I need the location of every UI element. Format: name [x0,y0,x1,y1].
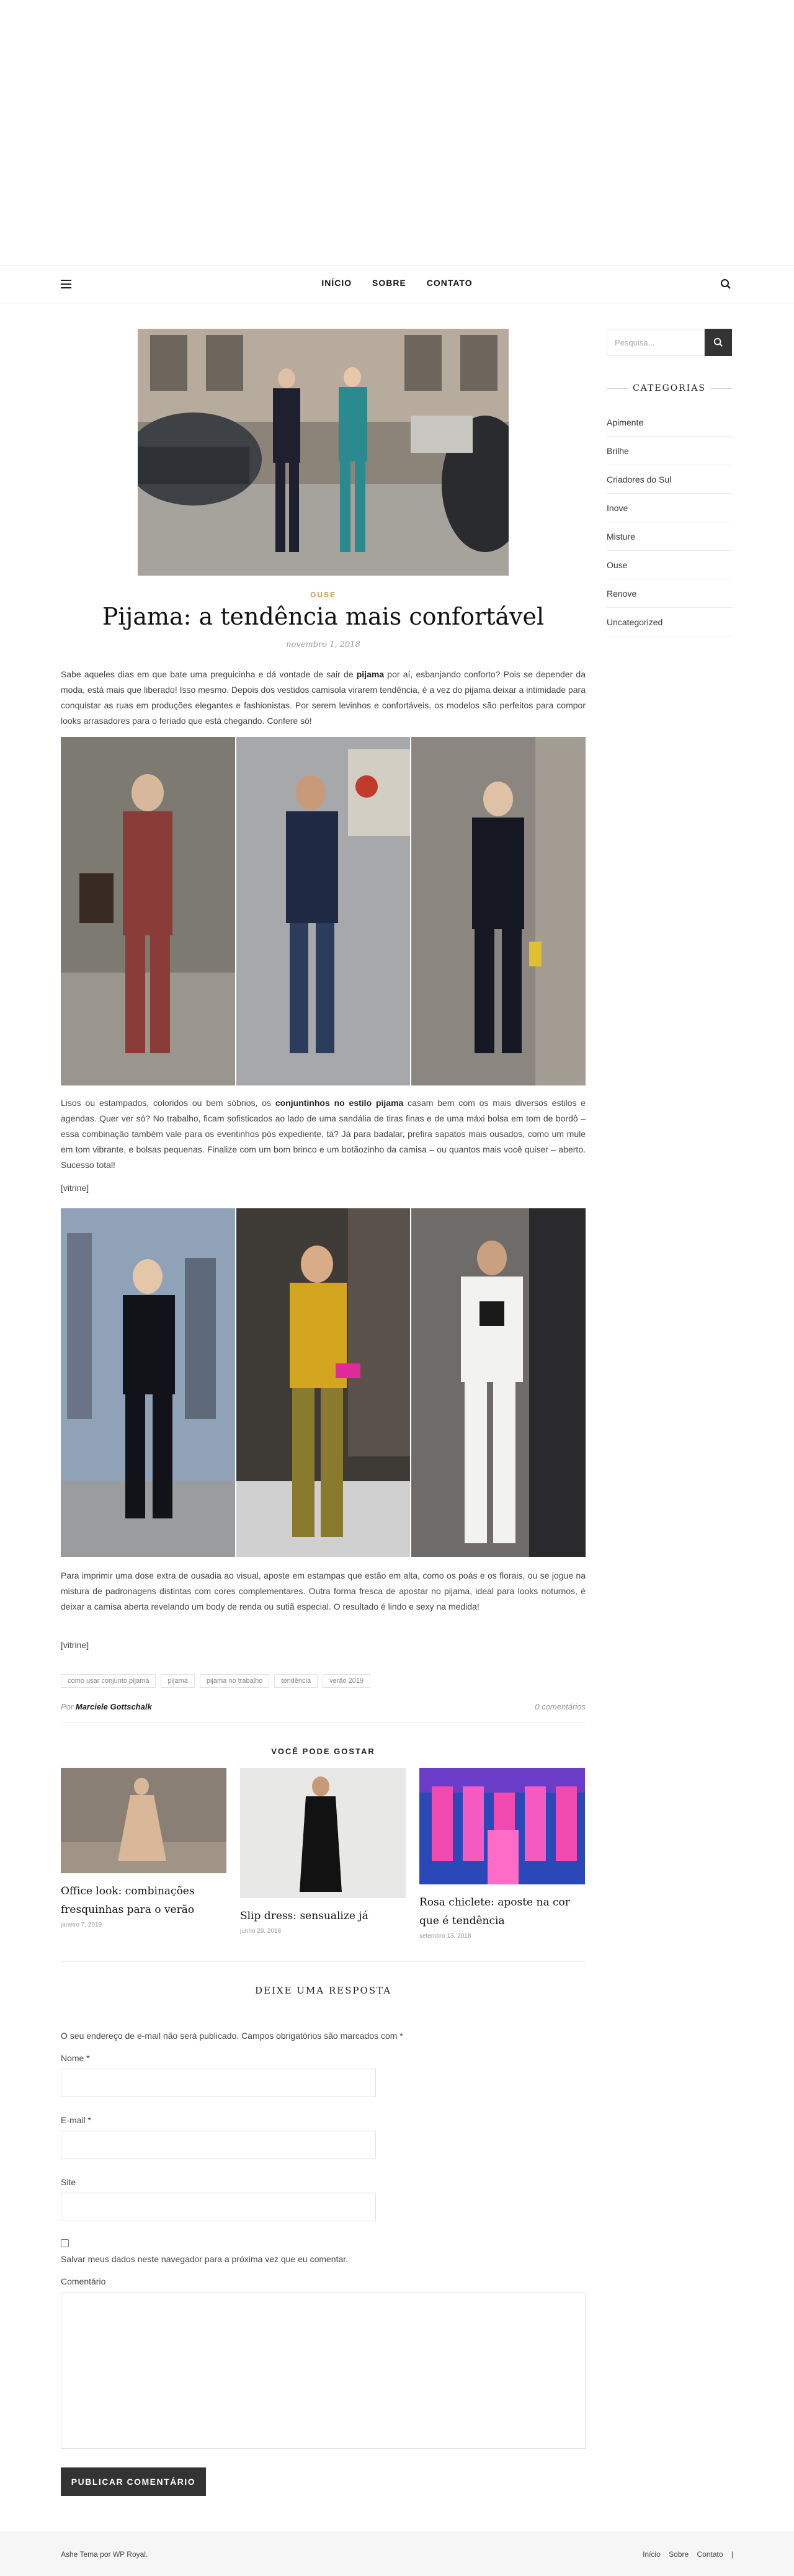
post-category[interactable]: OUSE [61,591,586,599]
main-menu: INÍCIO SOBRE CONTATO [0,278,794,288]
top-navigation: INÍCIO SOBRE CONTATO [0,265,794,303]
footer-link-sobre[interactable]: Sobre [669,2550,689,2559]
search-icon[interactable] [720,279,731,290]
pajama-looks-gallery-1 [61,737,586,1085]
related-post-title[interactable]: Office look: combinações fresquinhas par… [61,1882,226,1919]
comments-count[interactable]: 0 comentários [535,1702,586,1711]
category-link[interactable]: Uncategorized [607,608,732,636]
related-posts: Office look: combinações fresquinhas par… [61,1768,586,1940]
related-post-thumbnail[interactable] [419,1768,585,1884]
nav-link-contato[interactable]: CONTATO [427,278,473,288]
sidebar-search-button[interactable] [705,329,732,356]
post-paragraph-3: Para imprimir uma dose extra de ousadia … [61,1571,586,1611]
vitrine-placeholder-1: [vitrine] [61,1183,89,1193]
save-data-label: Salvar meus dados neste navegador para a… [61,2254,349,2264]
related-post-thumbnail[interactable] [61,1768,226,1873]
footer-menu: Início Sobre Contato | [636,2550,733,2559]
post-paragraph-2: Lisos ou estampados, coloridos ou bem só… [61,1098,586,1170]
by-label: Por [61,1702,74,1711]
post-tags: como usar conjunto pijama pijama pijama … [61,1674,371,1688]
comment-label: Comentário [61,2276,106,2286]
related-post[interactable]: Rosa chiclete: aposte na cor que é tendê… [419,1768,585,1940]
related-post-date: junho 29, 2018 [240,1928,282,1935]
site-field[interactable] [61,2193,376,2221]
tag-link[interactable]: tendência [274,1674,318,1688]
pajama-looks-gallery-2 [61,1208,586,1557]
name-field[interactable] [61,2069,376,2097]
site-footer: Ashe Tema por WP Royal. Início Sobre Con… [0,2531,794,2576]
category-link[interactable]: Inove [607,494,732,522]
comment-textarea[interactable] [61,2293,586,2449]
category-link[interactable]: Criadores do Sul [607,465,732,494]
vitrine-placeholder-2: [vitrine] [61,1640,89,1650]
site-label: Site [61,2177,76,2187]
nav-link-sobre[interactable]: SOBRE [372,278,406,288]
category-link[interactable]: Brilhe [607,437,732,465]
categories-list: Apimente Brilhe Criadores do Sul Inove M… [607,408,732,636]
tag-link[interactable]: como usar conjunto pijama [61,1674,156,1688]
related-post-date: setembro 13, 2018 [419,1933,471,1940]
category-link[interactable]: Renove [607,579,732,608]
category-link[interactable]: Ouse [607,551,732,579]
nav-link-inicio[interactable]: INÍCIO [321,278,352,288]
related-posts-heading: VOCÊ PODE GOSTAR [271,1747,375,1756]
footer-link-inicio[interactable]: Início [643,2550,661,2559]
save-data-checkbox[interactable] [61,2239,69,2247]
post-intro: Sabe aqueles dias em que bate uma pregui… [61,669,586,726]
search-icon [713,337,723,347]
post-featured-image [138,329,509,576]
post-author[interactable]: Marciele Gottschalk [76,1702,152,1711]
footer-credit[interactable]: Ashe Tema por WP Royal. [61,2550,148,2559]
related-post-thumbnail[interactable] [240,1768,406,1898]
name-label: Nome * [61,2053,90,2063]
reply-heading: DEIXE UMA RESPOSTA [254,1985,392,1996]
tag-link[interactable]: pijama [161,1674,195,1688]
submit-comment-button[interactable]: PUBLICAR COMENTÁRIO [61,2467,206,2496]
comment-notice: O seu endereço de e-mail não será public… [61,2031,403,2041]
footer-link-contato[interactable]: Contato [697,2550,723,2559]
post-date: novembro 1, 2018 [286,640,360,649]
related-post-date: janeiro 7, 2019 [61,1922,102,1928]
related-post[interactable]: Office look: combinações fresquinhas par… [61,1768,226,1940]
related-post-title[interactable]: Rosa chiclete: aposte na cor que é tendê… [419,1893,585,1930]
email-field[interactable] [61,2131,376,2159]
sidebar-search-input[interactable]: Pesquisa... [607,329,705,356]
post-title: Pijama: a tendência mais confortável [102,603,545,630]
related-post[interactable]: Slip dress: sensualize já junho 29, 2018 [240,1768,406,1940]
email-label: E-mail * [61,2115,92,2125]
category-link[interactable]: Apimente [607,408,732,437]
footer-separator: | [731,2550,733,2559]
tag-link[interactable]: verão 2019 [323,1674,371,1688]
related-post-title[interactable]: Slip dress: sensualize já [240,1907,406,1925]
divider [61,1961,586,1962]
category-link[interactable]: Misture [607,522,732,551]
post-meta: Por Marciele Gottschalk 0 comentários [61,1702,586,1711]
categories-widget-title: CATEGORIAS [607,383,732,393]
tag-link[interactable]: pijama no trabalho [199,1674,270,1688]
